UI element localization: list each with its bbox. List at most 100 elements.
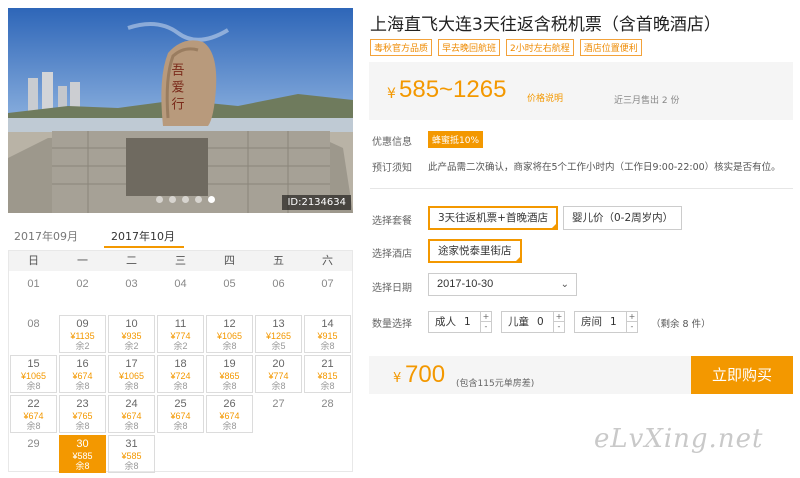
date-select[interactable]: 2017-10-30 ⌄ [428,273,577,296]
active-tab-indicator [104,246,184,248]
calendar-day[interactable]: 19 ¥865 余8 [206,355,253,393]
calendar-day[interactable]: 25 ¥674 余8 [157,395,204,433]
minus-button[interactable]: - [481,322,491,332]
currency-symbol: ¥ [387,86,396,102]
carousel-dots [156,196,215,203]
minus-button[interactable]: - [554,322,564,332]
calendar-day[interactable]: 20 ¥774 余8 [255,355,302,393]
day-number: 25 [174,398,187,410]
day-remaining: 余8 [124,461,139,471]
calendar-day[interactable]: 23 ¥765 余8 [59,395,106,433]
calendar-day[interactable]: 24 ¥674 余8 [108,395,155,433]
calendar-day[interactable]: 11 ¥774 余2 [157,315,204,353]
day-number: 17 [125,358,138,370]
calendar-day: 07 [304,275,351,313]
total-price: 700 [405,361,446,388]
day-price: ¥1065 [216,331,243,341]
carousel-dot[interactable] [195,196,202,203]
day-price: ¥815 [317,371,338,381]
day-number: 06 [272,278,285,290]
room-quantity-stepper: 房间 1 + - [574,311,638,333]
stock-remaining: （剩余 8 件） [651,319,711,330]
day-remaining: 余8 [222,341,237,351]
calendar-grid: 01 02 03 04 05 06 07 08 09 ¥1135 余2 10 ¥935 余2 11 ¥774 余… [9,271,352,474]
calendar-day-selected[interactable]: 30 ¥585 余8 [59,435,106,473]
calendar-day[interactable]: 18 ¥724 余8 [157,355,204,393]
room-count[interactable]: 1 [610,312,617,332]
price-range: 585~1265 [399,76,507,103]
calendar-day[interactable]: 13 ¥1265 余5 [255,315,302,353]
calendar-day[interactable]: 09 ¥1135 余2 [59,315,106,353]
weekday-label: 二 [126,254,137,267]
calendar-month-tabs: 2017年09月 2017年10月 [8,224,353,250]
notice-label: 预订须知 [372,163,412,174]
day-remaining: 余2 [173,341,188,351]
calendar-day: 27 [255,395,302,433]
calendar-day[interactable]: 15 ¥1065 余8 [10,355,57,393]
day-number: 02 [76,278,89,290]
minus-button[interactable]: - [627,322,637,332]
package-option-flight-hotel[interactable]: 3天往返机票+首晚酒店 [428,206,558,230]
day-number: 26 [223,398,236,410]
day-number: 13 [272,318,285,330]
feature-tag: 早去晚回航班 [438,39,501,56]
product-title: 上海直飞大连3天往返含税机票（含首晚酒店） [370,15,721,35]
price-includes-note: (包含115元单房差) [456,379,535,389]
carousel-dot-active[interactable] [208,196,215,203]
calendar-day[interactable]: 12 ¥1065 余8 [206,315,253,353]
calendar-day[interactable]: 14 ¥915 余8 [304,315,351,353]
day-price: ¥1065 [118,371,145,381]
day-price: ¥1265 [265,331,292,341]
promo-badge: 蜂蜜抵10% [428,131,484,148]
day-remaining: 余8 [75,381,90,391]
day-price: ¥774 [170,331,191,341]
plus-button[interactable]: + [481,312,491,322]
calendar-day[interactable]: 31 ¥585 余8 [108,435,155,473]
child-count[interactable]: 0 [537,312,544,332]
feature-tag: 2小时左右航程 [506,39,574,56]
day-remaining: 余8 [271,381,286,391]
carousel-dot[interactable] [156,196,163,203]
product-photo[interactable]: 吾 爱 行 ID:2134634 [8,8,353,213]
calendar-day[interactable]: 10 ¥935 余2 [108,315,155,353]
adult-count[interactable]: 1 [464,312,471,332]
tab-month-october[interactable]: 2017年10月 [111,228,175,244]
day-number: 19 [223,358,236,370]
calendar-day[interactable]: 26 ¥674 余8 [206,395,253,433]
calendar-day: 05 [206,275,253,313]
weekday-header: 日 一 二 三 四 五 六 [9,251,352,271]
calendar-day: 04 [157,275,204,313]
tab-month-september[interactable]: 2017年09月 [14,228,78,244]
day-price: ¥674 [23,411,44,421]
price-explanation-link[interactable]: 价格说明 [527,91,563,104]
day-price: ¥674 [121,411,142,421]
buy-now-button[interactable]: 立即购买 [691,356,793,394]
carousel-dot[interactable] [169,196,176,203]
date-value: 2017-10-30 [437,278,494,290]
day-remaining: 余8 [222,381,237,391]
day-number: 31 [125,438,138,450]
calendar-day[interactable]: 17 ¥1065 余8 [108,355,155,393]
day-number: 16 [76,358,89,370]
day-price: ¥774 [268,371,289,381]
hotel-option[interactable]: 途家悦泰里街店 [428,239,522,263]
weekday-label: 日 [28,254,39,267]
stone-inscription: 吾 爱 行 [169,63,185,112]
child-quantity-stepper: 儿童 0 + - [501,311,565,333]
calendar-day[interactable]: 16 ¥674 余8 [59,355,106,393]
price-calendar: 日 一 二 三 四 五 六 01 02 03 04 05 06 07 08 09 ¥1135 余2 1… [8,250,353,474]
day-remaining: 余8 [320,381,335,391]
calendar-day: 03 [108,275,155,313]
day-remaining: 余8 [173,381,188,391]
day-number: 09 [76,318,89,330]
day-number: 20 [272,358,285,370]
plus-button[interactable]: + [627,312,637,322]
plus-button[interactable]: + [554,312,564,322]
carousel-dot[interactable] [182,196,189,203]
day-price: ¥935 [121,331,142,341]
hotel-label: 选择酒店 [372,249,412,260]
calendar-day[interactable]: 22 ¥674 余8 [10,395,57,433]
package-option-infant[interactable]: 婴儿价（0-2周岁内） [563,206,683,230]
day-remaining: 余8 [75,461,90,471]
calendar-day[interactable]: 21 ¥815 余8 [304,355,351,393]
